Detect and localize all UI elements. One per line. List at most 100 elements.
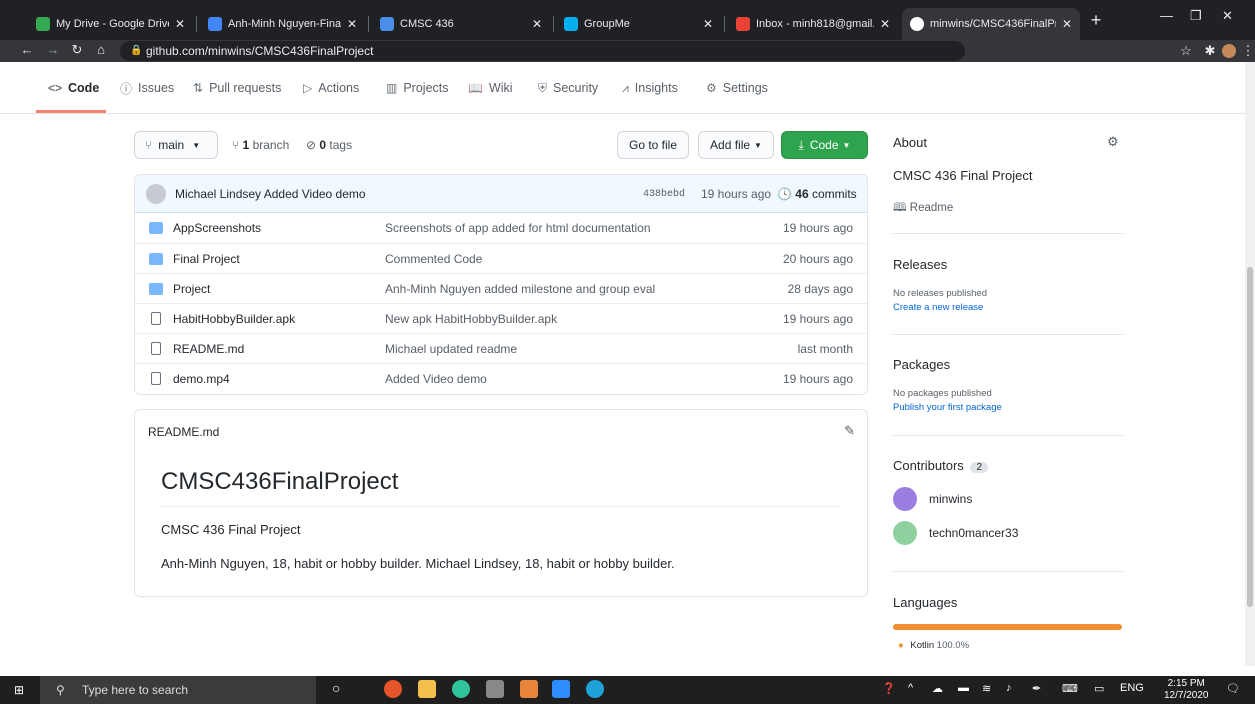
matlab-icon[interactable]: [520, 680, 538, 698]
keyboard-icon[interactable]: ⌨: [1062, 682, 1078, 695]
history-icon: 🕓: [777, 187, 796, 201]
address-bar[interactable]: 🔒 github.com/minwins/CMSC436FinalProject: [120, 41, 965, 61]
desktop-icon[interactable]: ▭: [1094, 682, 1104, 695]
create-release-link[interactable]: Create a new release: [893, 302, 983, 313]
bookmark-star-icon[interactable]: ☆: [1178, 43, 1194, 59]
commit-author[interactable]: Michael Lindsey: [175, 187, 261, 201]
add-file-button[interactable]: Add file ▼: [698, 131, 774, 159]
new-tab-button[interactable]: +: [1086, 10, 1106, 30]
language-item[interactable]: ● Kotlin 100.0%: [898, 640, 969, 651]
windows-start-icon[interactable]: ⊞: [14, 683, 28, 697]
reload-icon[interactable]: ↻: [68, 42, 86, 58]
close-icon[interactable]: ✕: [347, 17, 357, 31]
close-icon[interactable]: ✕: [880, 17, 890, 31]
tab-wiki[interactable]: 📖 Wiki: [468, 78, 513, 98]
notifications-icon[interactable]: 🗨: [1226, 682, 1240, 695]
commits-link[interactable]: 🕓 46 commits: [777, 187, 857, 201]
cloud-icon[interactable]: ☁: [932, 682, 943, 695]
wifi-icon[interactable]: ≋: [982, 682, 991, 695]
contributor[interactable]: techn0mancer33: [893, 521, 1018, 545]
file-row: Final Project Commented Code 20 hours ag…: [135, 243, 867, 273]
extensions-icon[interactable]: ✱: [1202, 43, 1218, 59]
scroll-thumb[interactable]: [1247, 267, 1253, 607]
publish-package-link[interactable]: Publish your first package: [893, 402, 1002, 413]
tags-link[interactable]: ⊘ 0 tags: [306, 138, 352, 152]
clock[interactable]: 2:15 PM 12/7/2020: [1164, 678, 1209, 702]
chevron-up-icon[interactable]: ^: [908, 682, 913, 694]
edge-icon[interactable]: [586, 680, 604, 698]
contributor[interactable]: minwins: [893, 487, 972, 511]
page-scrollbar[interactable]: [1245, 62, 1255, 666]
browser-tab-active[interactable]: minwins/CMSC436FinalProje ✕: [902, 8, 1080, 40]
tab-issues[interactable]: ⓘ Issues: [120, 78, 174, 98]
commit-message[interactable]: Added Video demo: [264, 187, 366, 201]
window-close-button[interactable]: ✕: [1222, 8, 1233, 24]
forward-icon[interactable]: →: [44, 42, 62, 57]
contributors-heading[interactable]: Contributors 2: [893, 458, 988, 473]
tab-pull-requests[interactable]: ⇅ Pull requests: [193, 78, 281, 98]
close-icon[interactable]: ✕: [532, 17, 542, 31]
tab-settings[interactable]: ⚙ Settings: [706, 78, 768, 98]
releases-heading[interactable]: Releases: [893, 257, 947, 272]
file-name[interactable]: Final Project: [173, 252, 240, 266]
readme-link[interactable]: 🕮 Readme: [893, 200, 953, 219]
profile-avatar[interactable]: [1222, 44, 1236, 58]
divider: [893, 571, 1123, 572]
avatar: [893, 521, 917, 545]
volume-icon[interactable]: ♪: [1006, 682, 1012, 694]
tab-projects[interactable]: ▥ Projects: [386, 78, 449, 98]
file-commit-message[interactable]: Screenshots of app added for html docume…: [385, 221, 651, 235]
close-icon[interactable]: ✕: [175, 17, 185, 31]
zoom-icon[interactable]: [552, 680, 570, 698]
packages-heading[interactable]: Packages: [893, 357, 950, 372]
file-name[interactable]: demo.mp4: [173, 372, 230, 386]
tab-actions[interactable]: ▷ Actions: [303, 78, 359, 98]
gear-icon[interactable]: ⚙: [1107, 134, 1119, 150]
browser-tab[interactable]: Anh-Minh Nguyen-Final Pee ✕: [200, 8, 365, 40]
file-name[interactable]: AppScreenshots: [173, 221, 261, 235]
tab-security[interactable]: ⛨ Security: [538, 78, 598, 98]
close-icon[interactable]: ✕: [1062, 17, 1072, 31]
file-name[interactable]: HabitHobbyBuilder.apk: [173, 312, 295, 326]
file-commit-message[interactable]: Michael updated readme: [385, 342, 517, 356]
browser-tab[interactable]: GroupMe ✕: [556, 8, 721, 40]
cortana-icon[interactable]: ○: [332, 680, 350, 698]
close-icon[interactable]: ✕: [703, 17, 713, 31]
file-commit-message[interactable]: Added Video demo: [385, 372, 487, 386]
commit-sha[interactable]: 438bebd: [643, 189, 685, 200]
back-icon[interactable]: ←: [18, 42, 36, 57]
terminal-icon[interactable]: [486, 680, 504, 698]
home-icon[interactable]: ⌂: [92, 42, 110, 57]
pencil-icon[interactable]: ✎: [844, 423, 855, 439]
menu-icon[interactable]: ⋮: [1240, 43, 1255, 59]
branches-link[interactable]: ⑂ 1 branch: [232, 138, 289, 152]
file-commit-message[interactable]: Anh-Minh Nguyen added milestone and grou…: [385, 282, 655, 296]
restore-button[interactable]: ❐: [1190, 8, 1202, 24]
commit-time: 19 hours ago: [701, 187, 772, 201]
avatar[interactable]: [146, 184, 166, 204]
branch-selector[interactable]: ⑂ main ▼: [134, 131, 218, 159]
go-to-file-button[interactable]: Go to file: [617, 131, 689, 159]
file-name[interactable]: README.md: [173, 342, 244, 356]
file-list: AppScreenshots Screenshots of app added …: [135, 213, 867, 393]
browser-tab[interactable]: My Drive - Google Drive ✕: [28, 8, 193, 40]
browser-tab[interactable]: Inbox - minh818@gmail.com ✕: [728, 8, 898, 40]
help-icon[interactable]: ❓: [882, 682, 896, 695]
language-indicator[interactable]: ENG: [1120, 682, 1144, 694]
tab-insights[interactable]: ⩘ Insights: [622, 78, 678, 98]
chrome-icon[interactable]: [384, 680, 402, 698]
code-button[interactable]: ⤓ Code ▼: [781, 131, 868, 159]
file-commit-message[interactable]: Commented Code: [385, 252, 482, 266]
divider: [161, 506, 841, 507]
file-name[interactable]: Project: [173, 282, 210, 296]
file-commit-message[interactable]: New apk HabitHobbyBuilder.apk: [385, 312, 557, 326]
tab-code[interactable]: <> Code: [48, 78, 99, 98]
store-icon[interactable]: [452, 680, 470, 698]
battery-icon[interactable]: ▬: [958, 682, 969, 694]
pen-icon[interactable]: ✒: [1032, 682, 1041, 695]
browser-tab[interactable]: CMSC 436 ✕: [372, 8, 550, 40]
taskbar-search[interactable]: ⚲ Type here to search: [40, 676, 316, 704]
repo-nav: <> Code ⓘ Issues ⇅ Pull requests ▷ Actio…: [0, 62, 1245, 114]
file-explorer-icon[interactable]: [418, 680, 436, 698]
minimize-button[interactable]: —: [1160, 8, 1173, 23]
